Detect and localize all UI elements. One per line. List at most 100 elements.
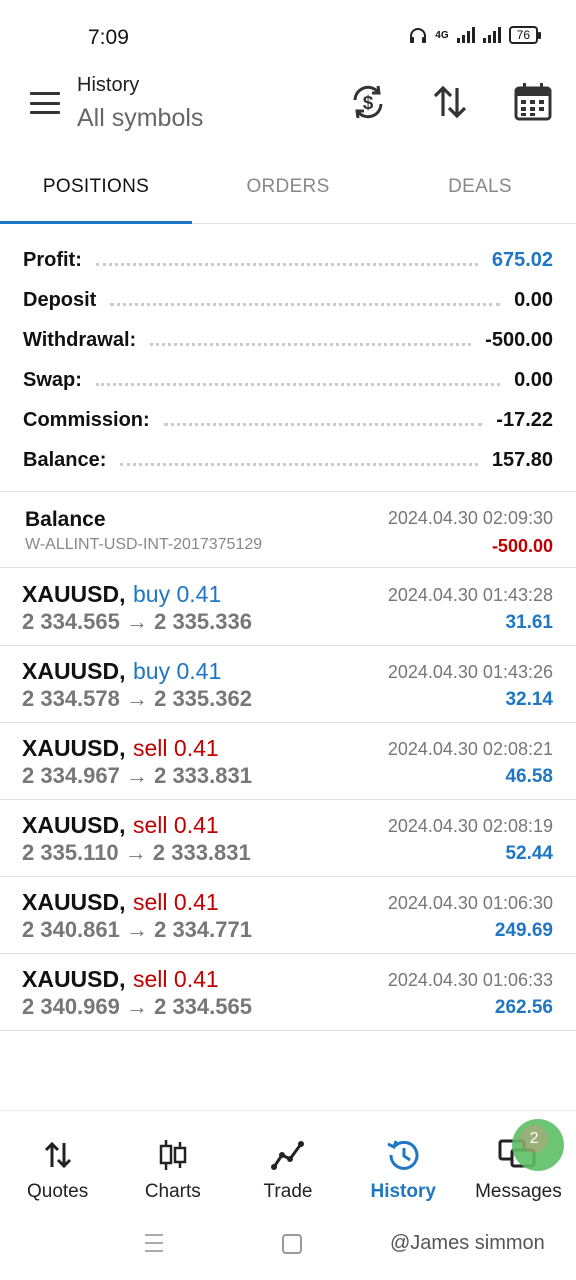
sort-icon <box>433 85 467 119</box>
position-row[interactable]: XAUUSD, buy 0.41 2 334.565 → 2 335.336 2… <box>0 569 576 646</box>
position-profit: 32.14 <box>505 689 553 710</box>
signal-icon <box>456 27 475 43</box>
sort-button[interactable] <box>430 82 470 122</box>
position-profit: 31.61 <box>505 612 553 633</box>
nav-label: Charts <box>144 1181 201 1202</box>
summary-value: 0.00 <box>514 288 553 311</box>
summary-label: Withdrawal: <box>23 328 137 351</box>
summary-row-profit: Profit: 675.02 <box>0 240 576 280</box>
position-symbol: XAUUSD, <box>22 658 126 684</box>
position-profit: 249.69 <box>494 920 553 941</box>
position-profit: 46.58 <box>505 766 553 787</box>
notification-count: 2 <box>520 1125 549 1153</box>
nav-messages[interactable]: Messages 2 <box>461 1111 576 1210</box>
summary-label: Profit: <box>23 248 82 271</box>
system-nav-bar: @James simmon <box>0 1222 576 1272</box>
nav-history[interactable]: History <box>346 1111 461 1210</box>
app-header: History All symbols $ <box>0 70 576 160</box>
nav-quotes[interactable]: Quotes <box>0 1111 115 1210</box>
header-title: History <box>77 74 140 96</box>
position-row[interactable]: XAUUSD, sell 0.41 2 334.967 → 2 333.831 … <box>0 723 576 800</box>
tab-deals[interactable]: DEALS <box>384 160 576 223</box>
position-date: 2024.04.30 01:43:28 <box>387 585 553 605</box>
position-profit: 262.56 <box>494 997 553 1018</box>
nav-label: Messages <box>475 1181 562 1202</box>
position-price: 2 334.967 → 2 333.831 <box>22 763 252 788</box>
watermark: @James simmon <box>390 1232 545 1254</box>
summary-value: 675.02 <box>491 248 553 271</box>
nav-trade[interactable]: Trade <box>230 1111 345 1210</box>
position-symbol: XAUUSD, <box>22 581 126 607</box>
currency-sync-button[interactable]: $ <box>348 82 388 122</box>
position-row[interactable]: XAUUSD, sell 0.41 2 335.110 → 2 333.831 … <box>0 800 576 877</box>
balance-comment: W-ALLINT-USD-INT-2017375129 <box>25 536 263 553</box>
quotes-icon <box>44 1141 71 1169</box>
chat-bubble-badge[interactable]: 2 <box>512 1119 565 1171</box>
svg-text:$: $ <box>363 93 374 114</box>
position-price: 2 335.110 → 2 333.831 <box>22 840 251 865</box>
nav-label: History <box>370 1181 436 1202</box>
summary-value: -500.00 <box>485 328 553 351</box>
tab-orders[interactable]: ORDERS <box>192 160 384 223</box>
summary-row-balance: Balance: 157.80 <box>0 440 576 480</box>
position-profit: 52.44 <box>505 843 553 864</box>
summary-value: -17.22 <box>496 408 553 431</box>
bottom-nav: Quotes Charts Trade History Messages 2 <box>0 1110 576 1210</box>
balance-operation-row[interactable]: Balance W-ALLINT-USD-INT-2017375129 2024… <box>0 492 576 568</box>
currency-sync-icon: $ <box>353 85 383 119</box>
headphones-icon <box>410 28 427 43</box>
summary-label: Balance: <box>23 448 107 471</box>
summary-value: 157.80 <box>491 448 553 471</box>
home-icon[interactable] <box>282 1234 302 1254</box>
nav-label: Quotes <box>26 1181 89 1202</box>
calendar-icon <box>514 83 552 121</box>
position-side: buy 0.41 <box>133 658 222 684</box>
position-price: 2 334.578 → 2 335.362 <box>22 686 252 711</box>
position-side: sell 0.41 <box>133 966 219 992</box>
balance-title: Balance <box>25 508 106 531</box>
position-date: 2024.04.30 01:43:26 <box>387 662 553 682</box>
position-row[interactable]: XAUUSD, sell 0.41 2 340.969 → 2 334.565 … <box>0 954 576 1031</box>
position-price: 2 340.969 → 2 334.565 <box>22 994 252 1019</box>
position-symbol: XAUUSD, <box>22 735 126 761</box>
network-type: 4G <box>435 29 449 41</box>
position-date: 2024.04.30 02:08:19 <box>387 816 553 836</box>
charts-icon <box>159 1140 187 1170</box>
tab-positions[interactable]: POSITIONS <box>0 160 192 224</box>
trade-icon <box>271 1141 304 1170</box>
calendar-button[interactable] <box>513 82 553 122</box>
position-symbol: XAUUSD, <box>22 889 126 915</box>
summary-row-commission: Commission: -17.22 <box>0 400 576 440</box>
position-side: sell 0.41 <box>133 735 219 761</box>
nav-charts[interactable]: Charts <box>115 1111 230 1210</box>
position-date: 2024.04.30 01:06:30 <box>387 893 553 913</box>
summary-label: Commission: <box>23 408 150 431</box>
status-time: 7:09 <box>88 26 129 49</box>
header-subtitle[interactable]: All symbols <box>77 104 203 133</box>
signal-icon-2 <box>482 27 501 43</box>
balance-date: 2024.04.30 02:09:30 <box>387 508 553 528</box>
history-tabs: POSITIONS ORDERS DEALS <box>0 160 576 224</box>
position-price: 2 340.861 → 2 334.771 <box>22 917 252 942</box>
menu-icon[interactable] <box>30 92 60 114</box>
battery-icon: 76 <box>508 26 542 44</box>
history-icon <box>387 1140 419 1170</box>
position-symbol: XAUUSD, <box>22 812 126 838</box>
position-row[interactable]: XAUUSD, buy 0.41 2 334.578 → 2 335.362 2… <box>0 646 576 723</box>
recent-apps-icon[interactable] <box>145 1234 163 1252</box>
positions-list: XAUUSD, buy 0.41 2 334.565 → 2 335.336 2… <box>0 569 576 1031</box>
summary-row-withdrawal: Withdrawal: -500.00 <box>0 320 576 360</box>
summary-value: 0.00 <box>514 368 553 391</box>
position-price: 2 334.565 → 2 335.336 <box>22 609 252 634</box>
position-side: sell 0.41 <box>133 889 219 915</box>
summary-row-deposit: Deposit 0.00 <box>0 280 576 320</box>
status-icons: 4G 76 <box>409 26 542 44</box>
position-symbol: XAUUSD, <box>22 966 126 992</box>
position-date: 2024.04.30 02:08:21 <box>387 739 553 759</box>
summary-label: Swap: <box>23 368 82 391</box>
position-row[interactable]: XAUUSD, sell 0.41 2 340.861 → 2 334.771 … <box>0 877 576 954</box>
status-bar: 7:09 4G 76 <box>0 0 576 70</box>
summary-panel: Profit: 675.02 Deposit 0.00 Withdrawal: … <box>0 240 576 480</box>
position-side: sell 0.41 <box>133 812 219 838</box>
nav-label: Trade <box>263 1181 313 1202</box>
